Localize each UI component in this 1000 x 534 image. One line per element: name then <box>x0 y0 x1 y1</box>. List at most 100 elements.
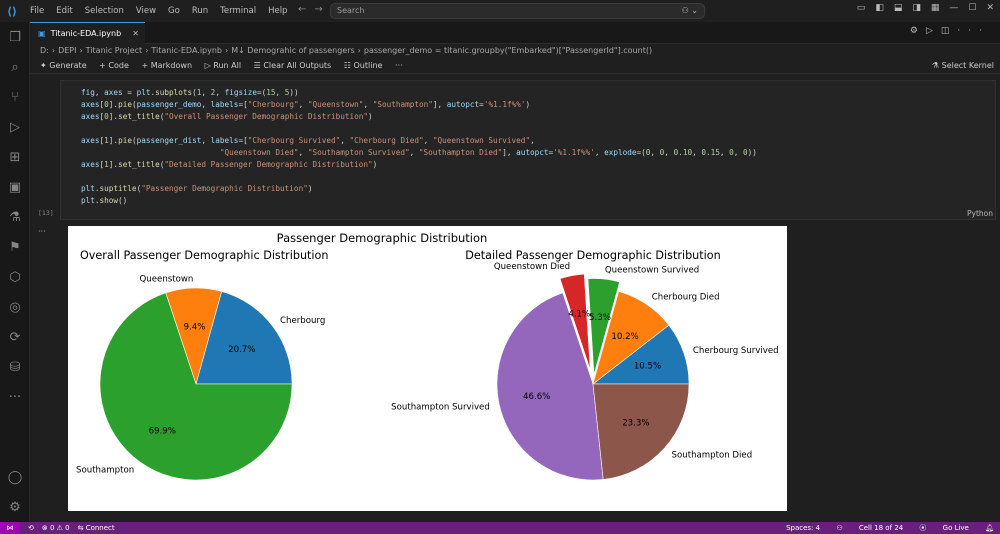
close-window-icon[interactable]: ✕ <box>986 3 994 13</box>
customize-layout-icon[interactable]: ▦ <box>931 3 940 13</box>
copilot-icon[interactable]: ⚇ ⌄ <box>682 4 698 18</box>
spaces-indicator[interactable]: Spaces: 4 <box>786 524 820 532</box>
generate-label: Generate <box>49 61 87 70</box>
menu-item-selection[interactable]: Selection <box>85 6 124 16</box>
notifications-icon[interactable]: 🔔︎ <box>985 524 994 532</box>
breadcrumb-item[interactable]: M↓ Demograhic of passengers <box>231 46 354 55</box>
menu-item-terminal[interactable]: Terminal <box>220 6 256 16</box>
status-bar: ⋈ ⟲ ⊗ 0 ⚠ 0 ⇆ Connect Spaces: 4 ⚇ Cell 1… <box>0 522 1000 534</box>
pie-pct-label: 69.9% <box>149 427 176 437</box>
testing-icon[interactable]: ⚗ <box>0 202 30 232</box>
pie-category-label: Queenstown Survived <box>605 265 699 275</box>
code-editor[interactable]: fig, axes = plt.subplots(1, 2, figsize=(… <box>81 87 757 207</box>
breadcrumb: D: › DEPI › Titanic Project › Titanic-EDA.ipyn… <box>30 44 1000 58</box>
pie-pct-label: 10.2% <box>611 332 638 342</box>
vscode-logo-icon: ⟨⟩ <box>6 4 18 18</box>
more-actions-icon[interactable]: ··· <box>957 26 990 36</box>
extensions-icon[interactable]: ⊞ <box>0 142 30 172</box>
code-cell[interactable]: fig, axes = plt.subplots(1, 2, figsize=(… <box>60 80 996 220</box>
source-control-icon[interactable]: ⑂ <box>0 82 30 112</box>
close-tab-icon[interactable]: ✕ <box>132 29 139 38</box>
run-icon[interactable]: ▷ <box>926 26 941 36</box>
minimize-icon[interactable]: — <box>949 3 958 13</box>
pie-title: Overall Passenger Demographic Distributi… <box>80 249 328 262</box>
tab-titanic-eda[interactable]: ▣ Titanic-EDA.ipynb ✕ <box>30 22 145 44</box>
pie-category-label: Southampton Survived <box>391 402 490 412</box>
cell-indicator[interactable]: Cell 18 of 24 <box>859 524 903 532</box>
cell-language[interactable]: Python <box>967 209 993 218</box>
menu-bar: File Edit Selection View Go Run Terminal Help <box>24 6 293 16</box>
search-placeholder: Search <box>337 6 365 15</box>
breadcrumb-item[interactable]: Titanic Project <box>86 46 143 55</box>
pie-category-label: Southampton Died <box>672 451 753 461</box>
figure-output: Passenger Demographic Distribution Overa… <box>68 226 787 511</box>
gear-icon[interactable]: ⚙ <box>910 26 926 36</box>
account-icon[interactable]: ◯ <box>0 462 30 492</box>
breadcrumb-item[interactable]: DEPI <box>58 46 76 55</box>
pie-category-label: Cherbourg <box>280 316 325 326</box>
pie-category-label: Queenstown Died <box>494 262 570 272</box>
live-share-icon[interactable]: ⟳ <box>0 322 30 352</box>
notebook-icon: ▣ <box>38 29 46 38</box>
run-debug-icon[interactable]: ▷ <box>0 112 30 142</box>
generate-button[interactable]: ✦ Generate <box>40 61 87 70</box>
python-icon[interactable]: ⬡ <box>0 262 30 292</box>
pie-category-label: Cherbourg Died <box>652 292 720 302</box>
git-graph-icon[interactable]: ◎ <box>0 292 30 322</box>
connect-button[interactable]: ⇆ Connect <box>78 524 115 532</box>
secondary-sidebar-icon[interactable]: ◨ <box>912 3 921 13</box>
output-more-icon[interactable]: ··· <box>38 227 46 236</box>
pie-pct-label: 5.3% <box>589 313 611 323</box>
pie-category-label: Southampton <box>76 466 134 476</box>
pie-pct-label: 20.7% <box>228 345 255 355</box>
kernel-label: Select Kernel <box>941 61 994 70</box>
more-toolbar-button[interactable]: ··· <box>395 61 403 70</box>
bookmarks-icon[interactable]: ⚑ <box>0 232 30 262</box>
search-input[interactable]: Search ⚇ ⌄ <box>330 3 705 19</box>
menu-item-run[interactable]: Run <box>192 6 208 16</box>
nav-arrows[interactable]: ←→ <box>298 4 331 15</box>
menu-item-go[interactable]: Go <box>168 6 180 16</box>
go-live-button[interactable]: ⦿ Go Live <box>919 524 968 532</box>
breadcrumb-separator: › <box>357 46 361 55</box>
database-icon[interactable]: ⛁ <box>0 352 30 382</box>
notebook-toolbar: ✦ Generate + Code + Markdown ▷ Run All ☰… <box>30 58 1000 74</box>
menu-item-edit[interactable]: Edit <box>56 6 72 16</box>
split-editor-icon[interactable]: ◫ <box>941 26 958 36</box>
run-all-button[interactable]: ▷ Run All <box>205 61 242 70</box>
more-icon[interactable]: ··· <box>0 382 30 412</box>
explorer-icon[interactable]: ❐ <box>0 22 30 52</box>
window-controls: ▭ ◧ ⬓ ◨ ▦ — ☐ ✕ <box>857 3 994 13</box>
outline-label: Outline <box>353 61 383 70</box>
menu-item-view[interactable]: View <box>136 6 156 16</box>
breadcrumb-item[interactable]: Titanic-EDA.ipynb <box>151 46 222 55</box>
breadcrumb-separator: › <box>145 46 149 55</box>
title-bar: ⟨⟩ File Edit Selection View Go Run Terminal Hel… <box>0 0 1000 22</box>
clear-all-outputs-button[interactable]: ☰ Clear All Outputs <box>254 61 332 70</box>
pie-pct-label: 10.5% <box>634 361 661 371</box>
pie-pct-label: 46.6% <box>523 392 550 402</box>
pie-figure: Passenger Demographic Distribution Overa… <box>76 231 779 481</box>
breadcrumb-item[interactable]: passenger_demo = titanic.groupby("Embark… <box>364 46 652 55</box>
sync-icon[interactable]: ⟲ <box>28 524 34 532</box>
add-code-button[interactable]: + Code <box>99 61 129 70</box>
add-markdown-button[interactable]: + Markdown <box>141 61 192 70</box>
pie-slice <box>592 383 690 480</box>
sidebar-toggle-icon[interactable]: ◧ <box>875 3 884 13</box>
settings-gear-icon[interactable]: ⚙ <box>0 492 30 522</box>
execution-count: [13] <box>38 209 54 217</box>
layout-icon[interactable]: ▭ <box>857 3 866 13</box>
menu-item-help[interactable]: Help <box>268 6 287 16</box>
select-kernel-button[interactable]: ⚗ Select Kernel <box>932 58 994 74</box>
breadcrumb-item[interactable]: D: <box>40 46 49 55</box>
outline-button[interactable]: ☷ Outline <box>344 61 383 70</box>
remote-explorer-icon[interactable]: ▣ <box>0 172 30 202</box>
maximize-icon[interactable]: ☐ <box>968 3 976 13</box>
problems-indicator[interactable]: ⊗ 0 ⚠ 0 <box>42 524 70 532</box>
panel-toggle-icon[interactable]: ⬓ <box>894 3 903 13</box>
remote-icon[interactable]: ⋈ <box>0 522 20 534</box>
pie-category-label: Cherbourg Survived <box>693 346 779 356</box>
copilot-status-icon[interactable]: ⚇ <box>836 524 842 532</box>
menu-item-file[interactable]: File <box>30 6 44 16</box>
search-icon[interactable]: ⌕ <box>0 52 30 82</box>
